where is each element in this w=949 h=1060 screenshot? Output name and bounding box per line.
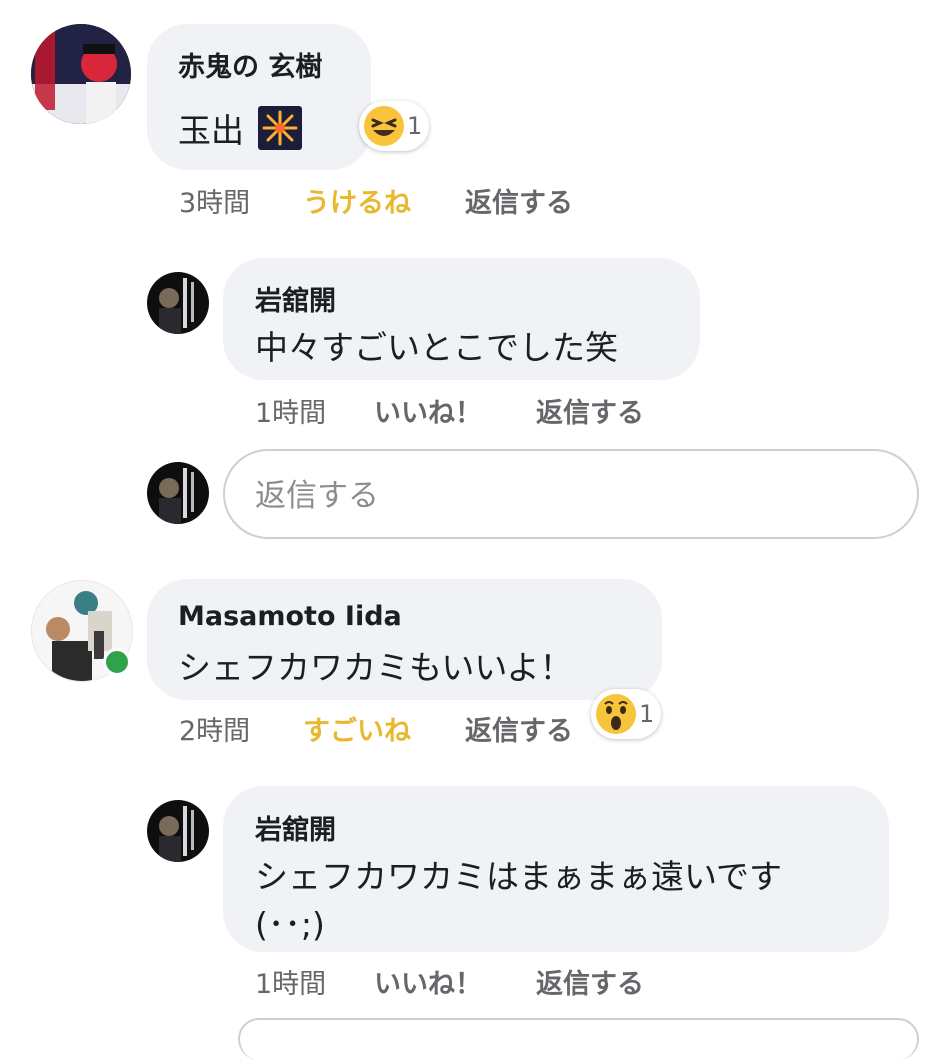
comment-text-line: (･･;) <box>255 905 325 944</box>
like-button[interactable]: すごいね <box>303 709 411 748</box>
reply-input[interactable] <box>253 465 857 527</box>
reaction-badge[interactable]: 1 <box>359 101 429 151</box>
avatar[interactable] <box>147 800 209 862</box>
avatar <box>147 462 209 524</box>
reaction-count: 1 <box>407 112 423 140</box>
reply-button[interactable]: 返信する <box>536 391 644 430</box>
wow-face-icon <box>596 694 636 734</box>
avatar-image <box>147 462 209 524</box>
reaction-badge[interactable]: 1 <box>591 689 661 739</box>
comment-author[interactable]: 岩舘開 <box>255 808 336 847</box>
comment-timestamp[interactable]: 1時間 <box>255 962 326 1001</box>
reply-input-box[interactable] <box>223 449 919 539</box>
avatar-image <box>147 272 209 334</box>
online-status-indicator <box>103 648 131 676</box>
comment-text: シェフカワカミもいいよ！ <box>178 648 573 687</box>
comment-text-line: シェフカワカミはまぁまぁ遠いです <box>255 857 783 896</box>
comment-text: 玉出 <box>178 111 244 150</box>
avatar[interactable] <box>147 272 209 334</box>
like-button[interactable]: いいね！ <box>374 962 482 1001</box>
like-button[interactable]: いいね！ <box>374 391 482 430</box>
comment-timestamp[interactable]: 1時間 <box>255 391 326 430</box>
reaction-count: 1 <box>639 700 655 728</box>
comment-author[interactable]: 岩舘開 <box>255 279 336 318</box>
comment-timestamp[interactable]: 2時間 <box>179 709 250 748</box>
avatar-image <box>31 24 131 124</box>
comment-text: 中々すごいとこでした笑 <box>255 328 618 367</box>
reply-button[interactable]: 返信する <box>465 709 573 748</box>
laughing-face-icon <box>364 106 404 146</box>
reply-button[interactable]: 返信する <box>536 962 644 1001</box>
comment-author[interactable]: 赤鬼の 玄樹 <box>178 45 322 84</box>
avatar[interactable] <box>31 24 131 124</box>
fireworks-icon <box>258 106 302 150</box>
comment-author[interactable]: Masamoto Iida <box>178 601 402 632</box>
reply-button[interactable]: 返信する <box>465 181 573 220</box>
avatar-image <box>147 800 209 862</box>
comment-timestamp[interactable]: 3時間 <box>179 181 250 220</box>
next-reply-input-box[interactable] <box>238 1018 919 1060</box>
like-button[interactable]: うけるね <box>303 181 411 220</box>
